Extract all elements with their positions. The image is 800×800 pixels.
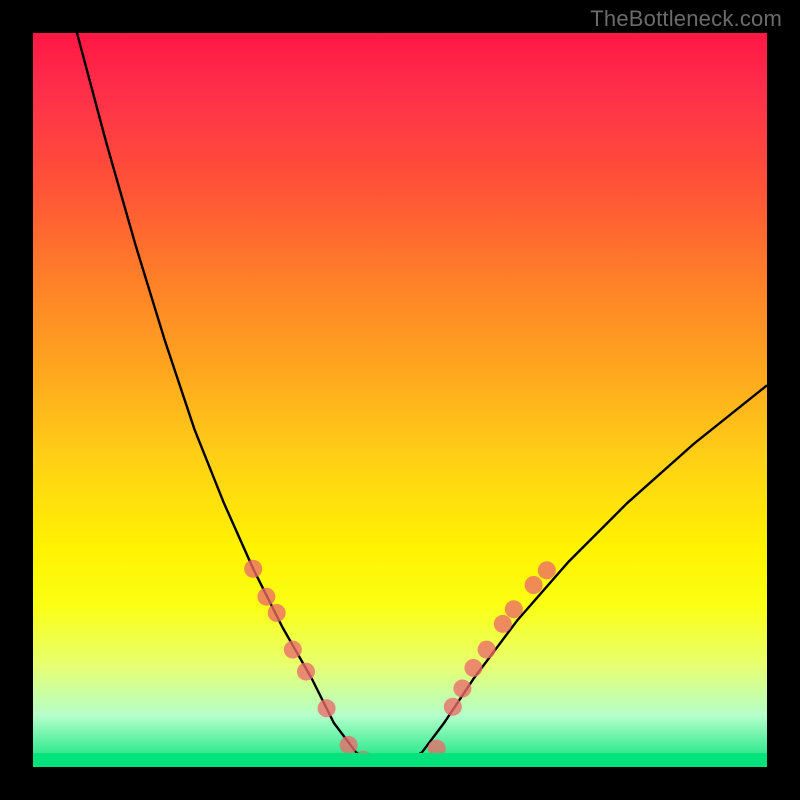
curve-markers xyxy=(244,560,556,767)
data-marker xyxy=(284,641,302,659)
data-marker xyxy=(444,698,462,716)
data-marker xyxy=(244,560,262,578)
baseline-band xyxy=(33,753,767,767)
data-marker xyxy=(268,604,286,622)
data-marker xyxy=(525,576,543,594)
data-marker xyxy=(318,699,336,717)
watermark-text: TheBottleneck.com xyxy=(590,6,782,32)
data-marker xyxy=(478,641,496,659)
data-marker xyxy=(340,736,358,754)
data-marker xyxy=(464,659,482,677)
data-marker xyxy=(257,588,275,606)
chart-svg xyxy=(33,33,767,767)
curve-line xyxy=(77,33,767,767)
chart-area xyxy=(33,33,767,767)
data-marker xyxy=(505,600,523,618)
data-marker xyxy=(297,663,315,681)
data-marker xyxy=(453,680,471,698)
data-marker xyxy=(538,561,556,579)
curve-path xyxy=(77,33,767,767)
data-marker xyxy=(494,615,512,633)
